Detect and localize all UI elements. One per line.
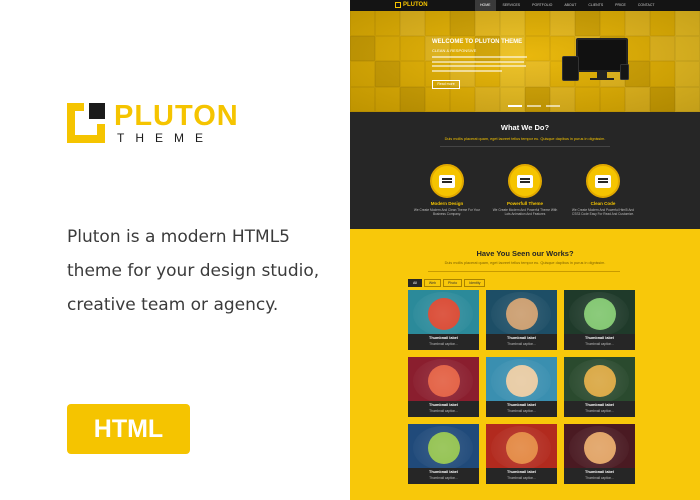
portfolio-thumbnail[interactable] bbox=[408, 290, 479, 334]
tablet-icon bbox=[562, 56, 579, 81]
thumbnail-caption: Thumbnail caption... bbox=[429, 476, 458, 480]
portfolio-subtitle: Duis mollis placerat quam, eget laoreet … bbox=[444, 261, 606, 265]
thumbnail-caption: Thumbnail caption... bbox=[585, 476, 614, 480]
filter-web[interactable]: Web bbox=[423, 279, 442, 287]
filter-all[interactable]: All bbox=[408, 279, 422, 287]
nav-item-portfolio[interactable]: PORTFOLIO bbox=[527, 0, 557, 11]
portfolio-item[interactable]: Thumbnail label Thumbnail caption... bbox=[564, 290, 635, 350]
service-text: We Create Modern And Clean Theme For You… bbox=[413, 208, 481, 217]
hero-read-more-button[interactable]: Read more bbox=[432, 80, 460, 89]
promo-line: Pluton is a modern HTML5 bbox=[67, 227, 291, 247]
nav-item-home[interactable]: HOME bbox=[475, 0, 496, 11]
service-text: We Create Modern And Powerful Theme With… bbox=[492, 208, 558, 217]
service-title: Clean Code bbox=[590, 201, 616, 206]
portfolio-section: Have You Seen our Works? Duis mollis pla… bbox=[350, 229, 700, 500]
portfolio-grid: Thumbnail label Thumbnail caption... Thumb… bbox=[408, 290, 641, 484]
portfolio-title: Have You Seen our Works? bbox=[476, 249, 574, 258]
thumbnail-label: Thumbnail label bbox=[507, 403, 536, 407]
logo-mark-icon bbox=[67, 102, 106, 143]
thumbnail-label: Thumbnail label bbox=[507, 336, 536, 340]
thumbnail-label: Thumbnail label bbox=[585, 336, 614, 340]
hero-body-text bbox=[432, 56, 527, 74]
thumbnail-label: Thumbnail label bbox=[507, 470, 536, 474]
services-title: What We Do? bbox=[500, 123, 550, 132]
portfolio-item[interactable]: Thumbnail label Thumbnail caption... bbox=[564, 424, 635, 484]
thumbnail-caption: Thumbnail caption... bbox=[585, 342, 614, 346]
website-preview: WELCOME TO PLUTON THEME CLEAN & RESPONSI… bbox=[350, 0, 700, 500]
portfolio-item[interactable]: Thumbnail label Thumbnail caption... bbox=[408, 424, 479, 484]
thumbnail-label: Thumbnail label bbox=[429, 403, 458, 407]
site-nav-menu: HOME SERVICES PORTFOLIO ABOUT CLIENTS PR… bbox=[475, 0, 660, 11]
divider bbox=[440, 146, 610, 147]
nav-item-about[interactable]: ABOUT bbox=[559, 0, 581, 11]
store-icon bbox=[430, 164, 464, 198]
hero-title: WELCOME TO PLUTON THEME bbox=[432, 39, 523, 45]
calculator-icon bbox=[508, 164, 542, 198]
service-powerfull-theme: Powerfull Theme We Create Modern And Pow… bbox=[490, 164, 560, 217]
promo-line: creative team or agency. bbox=[67, 295, 279, 315]
thumbnail-label: Thumbnail label bbox=[429, 336, 458, 340]
thumbnail-caption: Thumbnail caption... bbox=[429, 342, 458, 346]
portfolio-item[interactable]: Thumbnail label Thumbnail caption... bbox=[564, 357, 635, 417]
thumbnail-label: Thumbnail label bbox=[429, 470, 458, 474]
thumbnail-caption: Thumbnail caption... bbox=[429, 409, 458, 413]
site-logo-text[interactable]: PLUTON bbox=[403, 1, 428, 9]
portfolio-item[interactable]: Thumbnail label Thumbnail caption... bbox=[408, 357, 479, 417]
portfolio-thumbnail[interactable] bbox=[564, 424, 635, 468]
logo-subtitle: THEME bbox=[117, 131, 214, 145]
portfolio-thumbnail[interactable] bbox=[564, 290, 635, 334]
hero-subtitle: CLEAN & RESPONSIVE bbox=[432, 48, 477, 53]
services-subtitle: Duis mollis placerat quam, eget laoreet … bbox=[444, 137, 606, 141]
hero-section: WELCOME TO PLUTON THEME CLEAN & RESPONSI… bbox=[350, 0, 700, 112]
nav-item-price[interactable]: PRICE bbox=[610, 0, 631, 11]
service-text: We Create Modern And Powerful Html5 And … bbox=[571, 208, 635, 217]
portfolio-item[interactable]: Thumbnail label Thumbnail caption... bbox=[486, 290, 557, 350]
portfolio-thumbnail[interactable] bbox=[408, 424, 479, 468]
nav-item-contact[interactable]: CONTACT bbox=[633, 0, 660, 11]
portfolio-thumbnail[interactable] bbox=[486, 424, 557, 468]
promo-panel: PLUTON THEME Pluton is a modern HTML5 th… bbox=[0, 0, 350, 500]
promo-description: Pluton is a modern HTML5 theme for your … bbox=[67, 220, 337, 322]
site-logo-icon[interactable] bbox=[395, 2, 401, 8]
portfolio-thumbnail[interactable] bbox=[486, 357, 557, 401]
thumbnail-caption: Thumbnail caption... bbox=[507, 476, 536, 480]
divider bbox=[428, 271, 620, 272]
portfolio-thumbnail[interactable] bbox=[486, 290, 557, 334]
portfolio-filters: All Web Photo Identity bbox=[408, 279, 486, 287]
thumbnail-caption: Thumbnail caption... bbox=[585, 409, 614, 413]
service-clean-code: Clean Code We Create Modern And Powerful… bbox=[568, 164, 638, 217]
thumbnail-caption: Thumbnail caption... bbox=[507, 342, 536, 346]
site-navbar: PLUTON HOME SERVICES PORTFOLIO ABOUT CLI… bbox=[350, 0, 700, 11]
thumbnail-label: Thumbnail label bbox=[585, 470, 614, 474]
portfolio-thumbnail[interactable] bbox=[408, 357, 479, 401]
pluton-logo: PLUTON THEME bbox=[67, 100, 239, 147]
nav-item-services[interactable]: SERVICES bbox=[498, 0, 526, 11]
service-modern-design: Modern Design We Create Modern And Clean… bbox=[412, 164, 482, 217]
portfolio-item[interactable]: Thumbnail label Thumbnail caption... bbox=[408, 290, 479, 350]
nav-item-clients[interactable]: CLIENTS bbox=[583, 0, 608, 11]
logo-wordmark: PLUTON bbox=[114, 100, 239, 132]
thumbnail-caption: Thumbnail caption... bbox=[507, 409, 536, 413]
portfolio-item[interactable]: Thumbnail label Thumbnail caption... bbox=[486, 357, 557, 417]
printer-icon bbox=[586, 164, 620, 198]
portfolio-thumbnail[interactable] bbox=[564, 357, 635, 401]
html-badge-button[interactable]: HTML bbox=[67, 404, 190, 454]
portfolio-item[interactable]: Thumbnail label Thumbnail caption... bbox=[486, 424, 557, 484]
services-section: What We Do? Duis mollis placerat quam, e… bbox=[350, 112, 700, 229]
thumbnail-label: Thumbnail label bbox=[585, 403, 614, 407]
service-title: Modern Design bbox=[430, 201, 464, 206]
service-title: Powerfull Theme bbox=[506, 201, 543, 206]
phone-icon bbox=[620, 64, 629, 80]
filter-photo[interactable]: Photo bbox=[443, 279, 463, 287]
slider-indicators[interactable] bbox=[508, 105, 560, 107]
devices-illustration bbox=[562, 38, 634, 88]
filter-identity[interactable]: Identity bbox=[464, 279, 486, 287]
promo-line: theme for your design studio, bbox=[67, 261, 320, 281]
